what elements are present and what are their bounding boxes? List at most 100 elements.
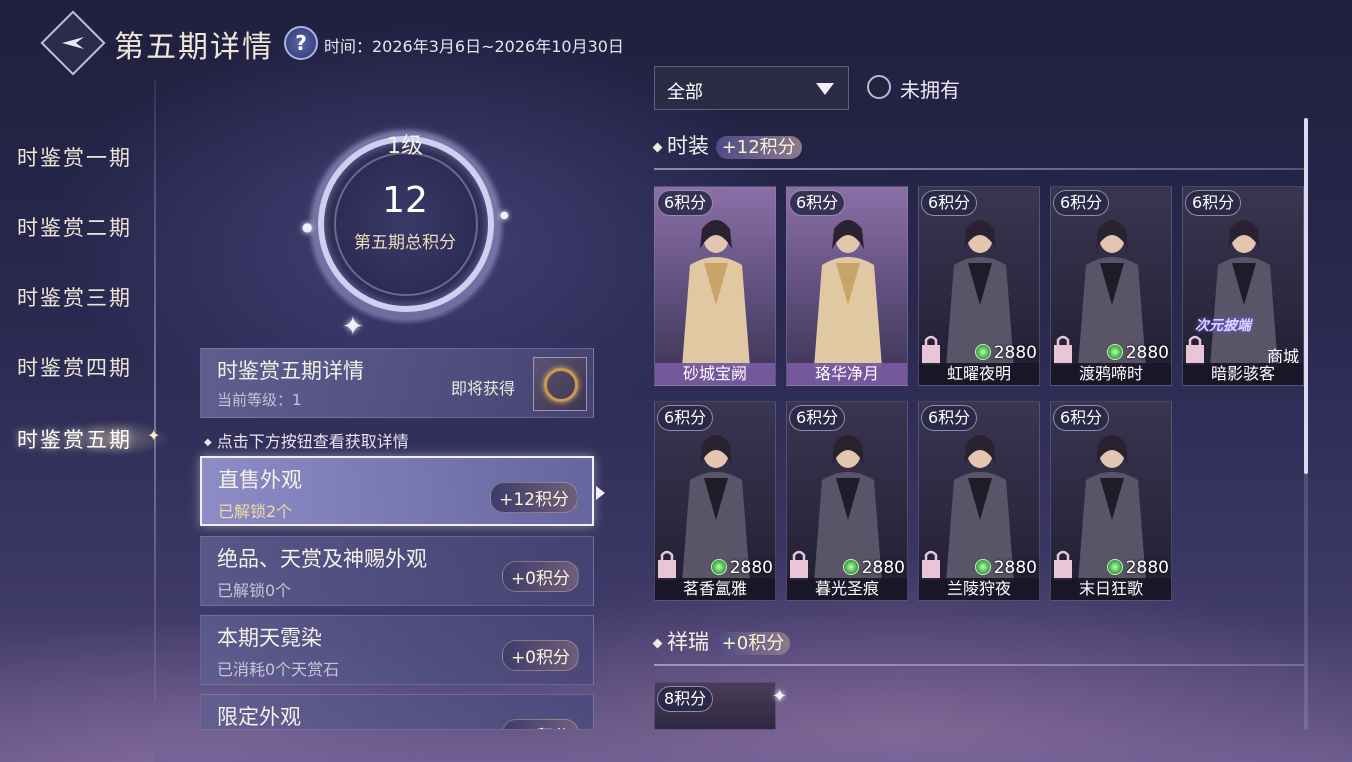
character-figure-icon [682,220,750,367]
item-name: 虹曜夜明 [919,363,1039,385]
category-title: 限定外观 [217,705,301,729]
dropdown-arrow-icon [816,83,834,95]
jade-currency-icon [842,559,859,575]
section-xiangrui-title: 祥瑞 +0积分 [652,626,791,656]
price-label: 2880 [1106,343,1169,363]
fashion-item-card[interactable]: 6积分 2880 渡鸦啼时 [1050,186,1172,386]
category-points: +0积分 [501,561,579,592]
category-direct-sale[interactable]: 直售外观 已解锁2个 +12积分 [200,456,594,526]
section-name: 时装 [667,134,709,158]
sidebar-item-period-4[interactable]: 时鉴赏四期 [17,352,132,382]
category-status: 已解锁0个 [217,581,292,600]
upcoming-reward-thumbnail[interactable] [533,357,587,411]
price-label: 2880 [842,558,905,578]
section-points: +12积分 [715,136,802,159]
fashion-item-card[interactable]: 6积分 2880 暮光圣痕 [786,401,908,601]
lock-icon [1054,550,1072,580]
price-value: 2880 [1125,558,1169,578]
reward-ring-icon [544,368,578,402]
price-value: 2880 [993,558,1037,578]
xiangrui-item-card[interactable]: 8积分 [654,682,776,730]
sidebar-item-period-3[interactable]: 时鉴赏三期 [17,282,132,312]
page-title: 第五期详情 [114,30,274,65]
filter-selected: 全部 [667,82,703,103]
not-owned-label[interactable]: 未拥有 [900,74,960,103]
selected-indicator-icon [596,486,605,500]
points-badge: 6积分 [1053,190,1110,216]
level-ring-inner [334,152,478,296]
scrollbar-thumb[interactable] [1304,118,1308,474]
lock-icon [1054,335,1072,365]
filter-dropdown[interactable]: 全部 [654,66,849,110]
item-name: 兰陵狩夜 [919,578,1039,600]
level-label: 1级 [387,134,423,159]
back-button[interactable] [40,10,106,76]
price-value: 2880 [729,558,773,578]
category-limited[interactable]: 限定外观 +0积分 [200,694,594,730]
section-divider [654,664,1304,666]
points-badge: 6积分 [789,190,846,216]
item-name: 茗香氲雅 [655,578,775,600]
fashion-item-card[interactable]: 6积分 2880 末日狂歌 [1050,401,1172,601]
points-badge: 6积分 [1185,190,1242,216]
sidebar-item-period-1[interactable]: 时鉴赏一期 [17,142,132,172]
item-name: 砂城宝阙 [655,363,775,385]
category-premium[interactable]: 绝品、天赏及神赐外观 已解锁0个 +0积分 [200,536,594,606]
lock-icon [1186,335,1204,365]
price-value: 2880 [1125,343,1169,363]
period-detail-card[interactable]: 时鉴赏五期详情 当前等级：1 即将获得 [200,348,594,418]
points-badge: 6积分 [657,405,714,431]
points-badge: 6积分 [657,190,714,216]
category-points: +0积分 [501,719,579,729]
item-name: 渡鸦啼时 [1051,363,1171,385]
item-name: 暮光圣痕 [787,578,907,600]
period-text: 时间：2026年3月6日~2026年10月30日 [324,37,624,56]
fashion-item-card[interactable]: 6积分砂城宝阙 [654,186,776,386]
total-score: 12 [382,180,428,221]
sparkle-icon: ✦ [342,312,364,342]
price-label: 2880 [710,558,773,578]
bullet-icon [652,142,663,153]
hint-text: ◆ 点击下方按钮查看获取详情 [204,432,409,451]
points-badge: 6积分 [789,405,846,431]
price-value: 2880 [993,343,1037,363]
fashion-item-card[interactable]: 6积分 次元披端 商城 暗影骇客 [1182,186,1304,386]
item-name: 暗影骇客 [1183,363,1303,385]
lock-icon [658,550,676,580]
jade-currency-icon [1106,344,1123,360]
character-figure-icon [814,220,882,367]
not-owned-radio[interactable] [867,75,891,99]
help-icon[interactable]: ? [284,26,318,60]
sparkle-icon: ✦ [772,686,788,707]
jade-currency-icon [974,559,991,575]
lock-icon [922,550,940,580]
hint-label: 点击下方按钮查看获取详情 [216,432,409,451]
upcoming-reward-label: 即将获得 [451,379,516,398]
fashion-item-card[interactable]: 6积分 2880 虹曜夜明 [918,186,1040,386]
points-badge: 6积分 [921,405,978,431]
back-arrow-icon [62,37,84,49]
category-status: 已解锁2个 [218,502,293,521]
tag-label: 次元披端 [1195,318,1251,334]
detail-title: 时鉴赏五期详情 [217,359,364,383]
category-dye[interactable]: 本期天霓染 已消耗0个天赏石 +0积分 [200,615,594,685]
sparkle-icon: ● [302,220,313,234]
category-title: 绝品、天赏及神赐外观 [217,547,427,571]
current-level-text: 当前等级：1 [217,391,302,409]
price-label: 2880 [974,558,1037,578]
price-label: 2880 [974,343,1037,363]
lock-icon [790,550,808,580]
active-marker-icon: ✦ [147,426,161,445]
jade-currency-icon [974,344,991,360]
section-points: +0积分 [715,632,791,655]
fashion-item-card[interactable]: 6积分 2880 茗香氲雅 [654,401,776,601]
sidebar-item-period-5[interactable]: 时鉴赏五期 [17,424,132,454]
jade-currency-icon [1106,559,1123,575]
category-title: 直售外观 [218,468,302,492]
sidebar-item-period-2[interactable]: 时鉴赏二期 [17,212,132,242]
points-badge: 8积分 [657,686,714,712]
bullet-icon [652,638,663,649]
fashion-item-card[interactable]: 6积分珞华净月 [786,186,908,386]
fashion-item-card[interactable]: 6积分 2880 兰陵狩夜 [918,401,1040,601]
item-name: 珞华净月 [787,363,907,385]
